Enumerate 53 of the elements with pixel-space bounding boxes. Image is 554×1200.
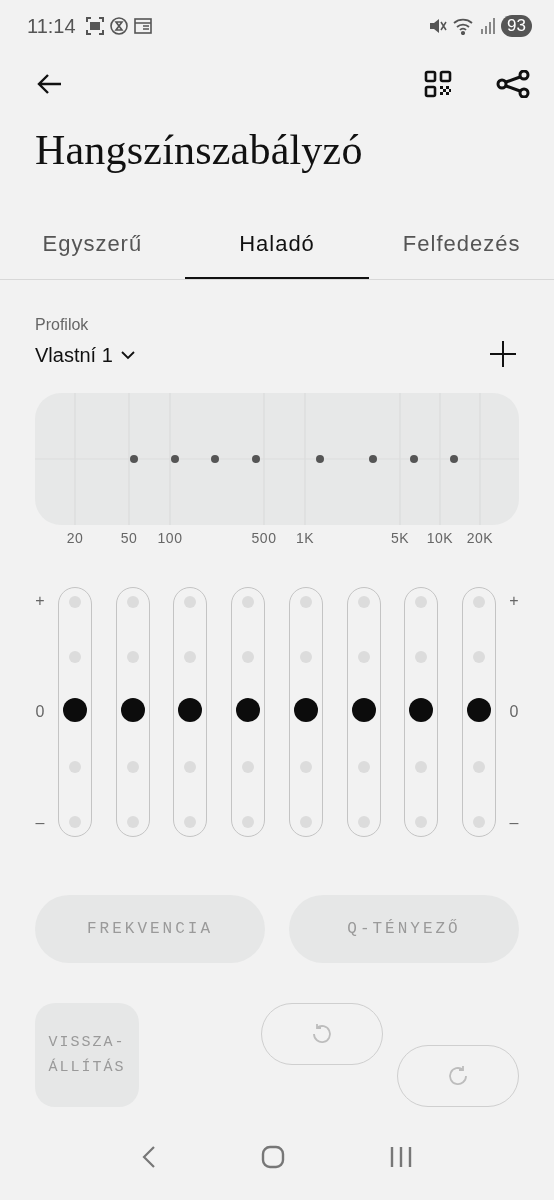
scale-label: + <box>509 592 519 610</box>
mute-icon <box>429 17 448 35</box>
scale-label: – <box>509 814 519 832</box>
band-point <box>171 455 179 463</box>
slider-thumb[interactable] <box>178 698 203 722</box>
scale-label: + <box>35 592 45 610</box>
frequency-label: 5K <box>390 530 410 546</box>
tab[interactable]: Egyszerű <box>0 219 185 279</box>
slider-thumb[interactable] <box>351 698 376 722</box>
frequency-label: 1K <box>295 530 315 546</box>
status-time: 11:14 <box>27 14 76 38</box>
band-point <box>252 455 260 463</box>
slider-thumb[interactable] <box>236 698 261 722</box>
band-point <box>316 455 324 463</box>
scale-label: 0 <box>509 703 519 721</box>
recent-apps-button[interactable] <box>389 1145 412 1169</box>
profile-dropdown[interactable]: Vlastní 1 <box>35 344 135 367</box>
band-point <box>369 455 377 463</box>
frequency-label: 20 <box>66 530 84 546</box>
frequency-label: 50 <box>120 530 138 546</box>
scale-label: 0 <box>35 703 45 721</box>
qr-code-button[interactable] <box>424 70 452 98</box>
slider-thumb[interactable] <box>120 698 145 722</box>
timer-icon <box>109 17 128 35</box>
frequency-label: 500 <box>251 530 277 546</box>
scale-label: – <box>35 814 45 832</box>
chevron-down-icon <box>120 351 135 360</box>
add-button[interactable] <box>490 341 516 367</box>
battery-level: 93 <box>501 15 532 37</box>
slider-thumb[interactable] <box>293 698 318 722</box>
tab[interactable]: Felfedezés <box>369 219 554 279</box>
band-point <box>211 455 219 463</box>
nav-back-button[interactable] <box>142 1145 157 1169</box>
band-point <box>130 455 138 463</box>
slider-thumb[interactable] <box>466 698 491 722</box>
signal-icon <box>481 18 496 34</box>
band-point <box>450 455 458 463</box>
band-point <box>410 455 418 463</box>
screenshot-icon <box>85 17 104 35</box>
tab[interactable]: Haladó <box>184 219 370 279</box>
frequency-label: 20K <box>466 530 494 546</box>
page-title: Hangszínszabályzó <box>35 126 364 175</box>
profiles-label: Profilok <box>35 316 90 334</box>
calendar-icon <box>133 18 152 34</box>
redo-icon <box>446 1064 470 1088</box>
frequency-label: 10K <box>426 530 454 546</box>
frequency-label: 100 <box>157 530 183 546</box>
share-button[interactable] <box>496 70 530 98</box>
home-button[interactable] <box>261 1145 285 1169</box>
slider-thumb[interactable] <box>409 698 434 722</box>
slider-thumb[interactable] <box>63 698 87 722</box>
back-button[interactable] <box>36 73 62 95</box>
undo-icon <box>310 1022 334 1046</box>
